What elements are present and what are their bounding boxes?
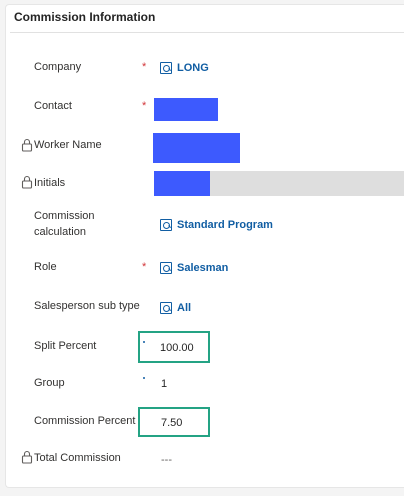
commission-calculation-lookup-link[interactable]: Standard Program	[160, 219, 273, 231]
salesperson-sub-type-label: Salesperson sub type	[34, 300, 140, 312]
salesperson-sub-type-value: All	[177, 302, 192, 314]
company-value: LONG	[177, 62, 209, 74]
lookup-icon	[160, 262, 172, 274]
commission-percent-label: Commission Percent	[34, 415, 136, 427]
commission-calculation-label: Commission calculation	[34, 208, 95, 240]
company-label: Company	[34, 61, 82, 73]
contact-label: Contact	[34, 100, 72, 112]
group-label: Group	[34, 377, 65, 389]
lock-icon	[21, 175, 33, 189]
role-required-marker: *	[142, 261, 147, 273]
section-divider	[10, 32, 404, 33]
commission-calculation-label-line2: calculation	[34, 226, 86, 238]
contact-required-marker: *	[142, 100, 147, 112]
role-lookup-link[interactable]: Salesman	[160, 262, 228, 274]
initials-field-redacted	[154, 171, 210, 196]
group-required-dot	[143, 377, 145, 379]
worker-name-label: Worker Name	[34, 139, 102, 151]
worker-name-field-redacted	[153, 133, 240, 163]
split-percent-label: Split Percent	[34, 340, 97, 352]
salesperson-sub-type-lookup-link[interactable]: All	[160, 302, 191, 314]
lookup-icon	[160, 302, 172, 314]
company-lookup-link[interactable]: LONG	[160, 62, 209, 74]
lookup-icon	[160, 219, 172, 231]
contact-field-redacted[interactable]	[154, 98, 218, 121]
split-percent-required-dot	[143, 341, 145, 343]
total-commission-value: ---	[161, 454, 172, 466]
lookup-icon	[160, 62, 172, 74]
split-percent-input[interactable]: 100.00	[160, 342, 194, 354]
total-commission-label: Total Commission	[34, 452, 121, 464]
commission-percent-input[interactable]: 7.50	[161, 417, 182, 429]
section-title: Commission Information	[14, 10, 156, 24]
company-required-marker: *	[142, 61, 147, 73]
initials-label: Initials	[34, 177, 66, 189]
lock-icon	[21, 138, 33, 152]
role-value: Salesman	[177, 262, 229, 274]
commission-calculation-label-line1: Commission	[34, 210, 95, 222]
lock-icon	[21, 450, 33, 464]
group-value[interactable]: 1	[161, 378, 167, 390]
role-label: Role	[34, 261, 57, 273]
commission-calculation-value: Standard Program	[177, 219, 273, 231]
